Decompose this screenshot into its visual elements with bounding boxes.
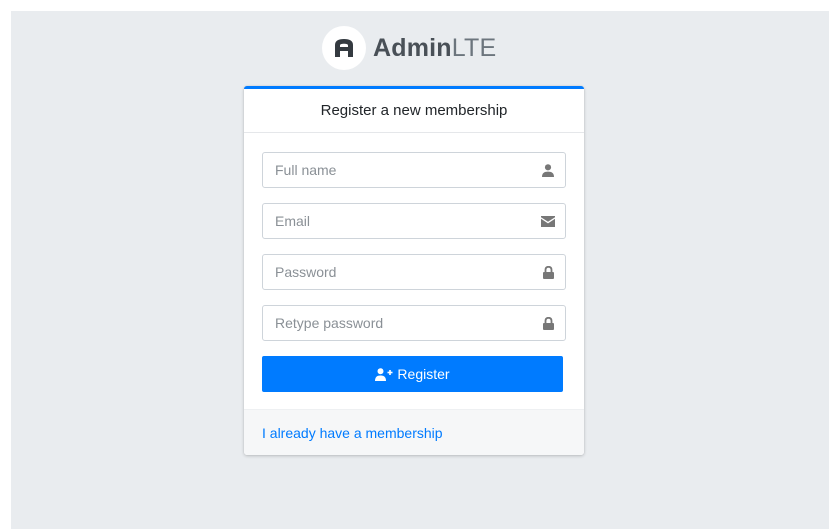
lock-icon: [541, 316, 555, 330]
user-plus-icon: [375, 367, 393, 381]
retype-password-field: [262, 305, 566, 341]
adminlte-logo-icon: [322, 26, 366, 70]
password-input[interactable]: [263, 255, 565, 289]
brand-name-light: LTE: [451, 33, 497, 62]
card-title: Register a new membership: [320, 102, 508, 119]
lock-icon: [541, 265, 555, 279]
brand-name: AdminLTE: [373, 34, 496, 63]
card-header: Register a new membership: [244, 89, 584, 133]
email-field: [262, 203, 566, 239]
already-member-link[interactable]: I already have a membership: [262, 425, 443, 441]
envelope-icon: [541, 214, 555, 228]
brand-name-bold: Admin: [373, 33, 452, 62]
register-button-label: Register: [397, 366, 450, 382]
register-form: Register: [244, 133, 584, 392]
card-footer: I already have a membership: [244, 409, 584, 455]
register-button[interactable]: Register: [262, 356, 563, 392]
user-icon: [541, 163, 555, 177]
email-input[interactable]: [263, 204, 565, 238]
register-card: Register a new membership Full name Emai…: [244, 86, 584, 455]
retype-password-input[interactable]: [263, 306, 565, 340]
full-name-input[interactable]: [263, 153, 565, 187]
brand-logo-link[interactable]: AdminLTE: [322, 23, 496, 73]
full-name-field: [262, 152, 566, 188]
password-field: [262, 254, 566, 290]
